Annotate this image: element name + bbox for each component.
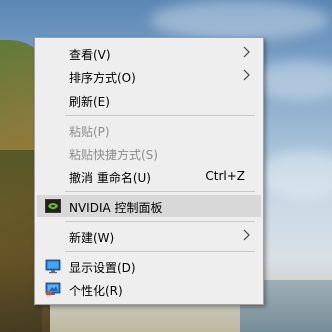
menu-item-view[interactable]: 查看(V) bbox=[37, 42, 261, 64]
menu-item-display-settings[interactable]: 显示设置(D) bbox=[37, 255, 261, 277]
menu-item-label: 刷新(E) bbox=[69, 95, 110, 109]
personalize-icon bbox=[45, 282, 61, 295]
menu-separator bbox=[65, 115, 255, 116]
cloud bbox=[260, 150, 332, 200]
context-menu: 查看(V) 排序方式(O) 刷新(E) 粘贴(P) 粘贴快捷方式(S) 撤消 重… bbox=[34, 37, 264, 305]
menu-item-undo-rename[interactable]: 撤消 重命名(U) Ctrl+Z bbox=[37, 165, 261, 187]
menu-item-label: 粘贴快捷方式(S) bbox=[69, 148, 158, 162]
chevron-right-icon bbox=[243, 69, 250, 81]
menu-item-refresh[interactable]: 刷新(E) bbox=[37, 89, 261, 111]
cloud bbox=[150, 0, 330, 40]
menu-item-label: 排序方式(O) bbox=[69, 71, 136, 85]
menu-item-label: 显示设置(D) bbox=[69, 261, 136, 275]
menu-item-personalize[interactable]: 个性化(R) bbox=[37, 278, 261, 300]
menu-item-new[interactable]: 新建(W) bbox=[37, 225, 261, 247]
menu-item-nvidia-control-panel[interactable]: NVIDIA 控制面板 bbox=[37, 195, 261, 217]
chevron-right-icon bbox=[243, 229, 250, 241]
menu-separator bbox=[65, 251, 255, 252]
menu-item-label: 个性化(R) bbox=[69, 284, 123, 298]
menu-separator bbox=[65, 191, 255, 192]
menu-item-label: 粘贴(P) bbox=[69, 125, 110, 139]
chevron-right-icon bbox=[243, 46, 250, 58]
menu-item-label: 查看(V) bbox=[69, 48, 111, 62]
menu-item-sort-by[interactable]: 排序方式(O) bbox=[37, 65, 261, 87]
menu-item-shortcut: Ctrl+Z bbox=[205, 169, 245, 183]
menu-item-label: 撤消 重命名(U) bbox=[69, 171, 151, 185]
menu-item-label: NVIDIA 控制面板 bbox=[69, 201, 163, 215]
desktop-background: 查看(V) 排序方式(O) 刷新(E) 粘贴(P) 粘贴快捷方式(S) 撤消 重… bbox=[0, 0, 332, 332]
nvidia-icon bbox=[45, 199, 61, 213]
menu-separator bbox=[65, 221, 255, 222]
menu-item-paste[interactable]: 粘贴(P) bbox=[37, 119, 261, 141]
menu-item-paste-shortcut[interactable]: 粘贴快捷方式(S) bbox=[37, 142, 261, 164]
menu-item-label: 新建(W) bbox=[69, 231, 115, 245]
display-settings-icon bbox=[45, 259, 61, 274]
